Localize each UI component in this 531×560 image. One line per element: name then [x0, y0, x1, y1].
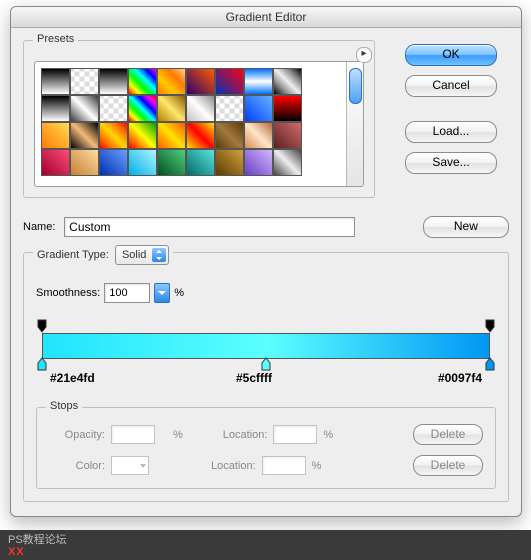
preset-swatch[interactable] [41, 149, 70, 176]
presets-scrollbar[interactable] [346, 62, 363, 186]
gradient-editor-strip: #21e4fd #5cffff #0097f4 [36, 319, 496, 383]
preset-swatch[interactable] [215, 95, 244, 122]
preset-swatch[interactable] [99, 95, 128, 122]
opacity-delete-button[interactable]: Delete [413, 424, 483, 445]
hex-right: #0097f4 [438, 371, 482, 385]
preset-swatch[interactable] [41, 68, 70, 95]
preset-swatch[interactable] [273, 122, 302, 149]
presets-flyout-icon[interactable]: ▸ [356, 47, 372, 63]
preset-swatch[interactable] [70, 68, 99, 95]
color-stop-row: Color: Location: % Delete [49, 455, 483, 476]
preset-swatch[interactable] [186, 95, 215, 122]
gradient-type-fieldset: Gradient Type: Solid Smoothness: % #21e4… [23, 252, 509, 502]
footer-xx: XX [8, 546, 25, 558]
opacity-stop[interactable] [37, 319, 47, 333]
color-delete-button[interactable]: Delete [413, 455, 483, 476]
opacity-input [111, 425, 155, 444]
color-stop[interactable] [485, 357, 495, 371]
smoothness-label: Smoothness: [36, 287, 100, 299]
color-location-input [262, 456, 306, 475]
chevron-updown-icon [152, 248, 166, 262]
opacity-location-input [273, 425, 317, 444]
smoothness-stepper[interactable] [154, 283, 170, 303]
hex-center: #5cffff [236, 371, 272, 385]
opacity-stop-row: Opacity: % Location: % Delete [49, 424, 483, 445]
load-button[interactable]: Load... [405, 121, 497, 143]
presets-grid [35, 62, 346, 186]
preset-swatch[interactable] [128, 68, 157, 95]
preset-swatch[interactable] [99, 68, 128, 95]
color-stop[interactable] [261, 357, 271, 371]
color-label: Color: [49, 460, 105, 472]
dialog-buttons: OK Cancel Load... Save... [405, 44, 497, 174]
stops-legend: Stops [46, 400, 82, 412]
preset-swatch[interactable] [128, 95, 157, 122]
smoothness-input[interactable] [104, 283, 150, 303]
name-input[interactable] [64, 217, 355, 237]
preset-swatch[interactable] [244, 122, 273, 149]
percent-label: % [174, 287, 184, 299]
new-button[interactable]: New [423, 216, 509, 238]
preset-swatch[interactable] [157, 68, 186, 95]
preset-swatch[interactable] [157, 149, 186, 176]
hex-left: #21e4fd [50, 371, 95, 385]
ok-button[interactable]: OK [405, 44, 497, 66]
window-title: Gradient Editor [11, 7, 521, 28]
color-stop[interactable] [37, 357, 47, 371]
color-location-label: Location: [211, 460, 256, 472]
save-button[interactable]: Save... [405, 152, 497, 174]
stops-fieldset: Stops Opacity: % Location: % Delete Colo… [36, 407, 496, 489]
opacity-location-percent: % [323, 429, 333, 441]
name-row: Name: New [23, 216, 509, 238]
opacity-stop[interactable] [485, 319, 495, 333]
chevron-down-icon [140, 464, 146, 468]
preset-swatch[interactable] [41, 122, 70, 149]
preset-swatch[interactable] [128, 122, 157, 149]
gradient-type-label: Gradient Type: [37, 249, 109, 261]
preset-swatch[interactable] [70, 122, 99, 149]
cancel-button[interactable]: Cancel [405, 75, 497, 97]
preset-swatch[interactable] [273, 95, 302, 122]
footer-line1: PS教程论坛 [8, 534, 523, 546]
preset-swatch[interactable] [128, 149, 157, 176]
preset-swatch[interactable] [186, 68, 215, 95]
preset-swatch[interactable] [273, 68, 302, 95]
smoothness-row: Smoothness: % [36, 283, 496, 303]
preset-swatch[interactable] [186, 122, 215, 149]
preset-swatch[interactable] [186, 149, 215, 176]
preset-swatch[interactable] [157, 95, 186, 122]
opacity-location-label: Location: [223, 429, 268, 441]
opacity-percent: % [173, 429, 183, 441]
preset-swatch[interactable] [70, 149, 99, 176]
preset-swatch[interactable] [41, 95, 70, 122]
presets-fieldset: Presets ▸ [23, 40, 375, 198]
gradient-bar[interactable] [42, 333, 490, 359]
preset-swatch[interactable] [157, 122, 186, 149]
opacity-label: Opacity: [49, 429, 105, 441]
preset-swatch[interactable] [215, 122, 244, 149]
footer-overlay: PS教程论坛 XX [0, 530, 531, 560]
preset-swatch[interactable] [244, 149, 273, 176]
gradient-editor-window: Gradient Editor Presets ▸ OK Cancel Load… [10, 6, 522, 517]
color-location-percent: % [312, 460, 322, 472]
color-well [111, 456, 149, 475]
preset-swatch[interactable] [215, 68, 244, 95]
presets-legend: Presets [33, 33, 78, 45]
gradient-type-popup[interactable]: Solid [115, 245, 169, 265]
presets-panel [34, 61, 364, 187]
preset-swatch[interactable] [273, 149, 302, 176]
name-label: Name: [23, 221, 64, 233]
preset-swatch[interactable] [244, 95, 273, 122]
preset-swatch[interactable] [99, 122, 128, 149]
gradient-type-legend: Gradient Type: Solid [33, 245, 173, 265]
preset-swatch[interactable] [99, 149, 128, 176]
gradient-type-value: Solid [122, 249, 146, 261]
preset-swatch[interactable] [70, 95, 99, 122]
preset-swatch[interactable] [244, 68, 273, 95]
preset-swatch[interactable] [215, 149, 244, 176]
scrollbar-thumb[interactable] [349, 68, 362, 104]
